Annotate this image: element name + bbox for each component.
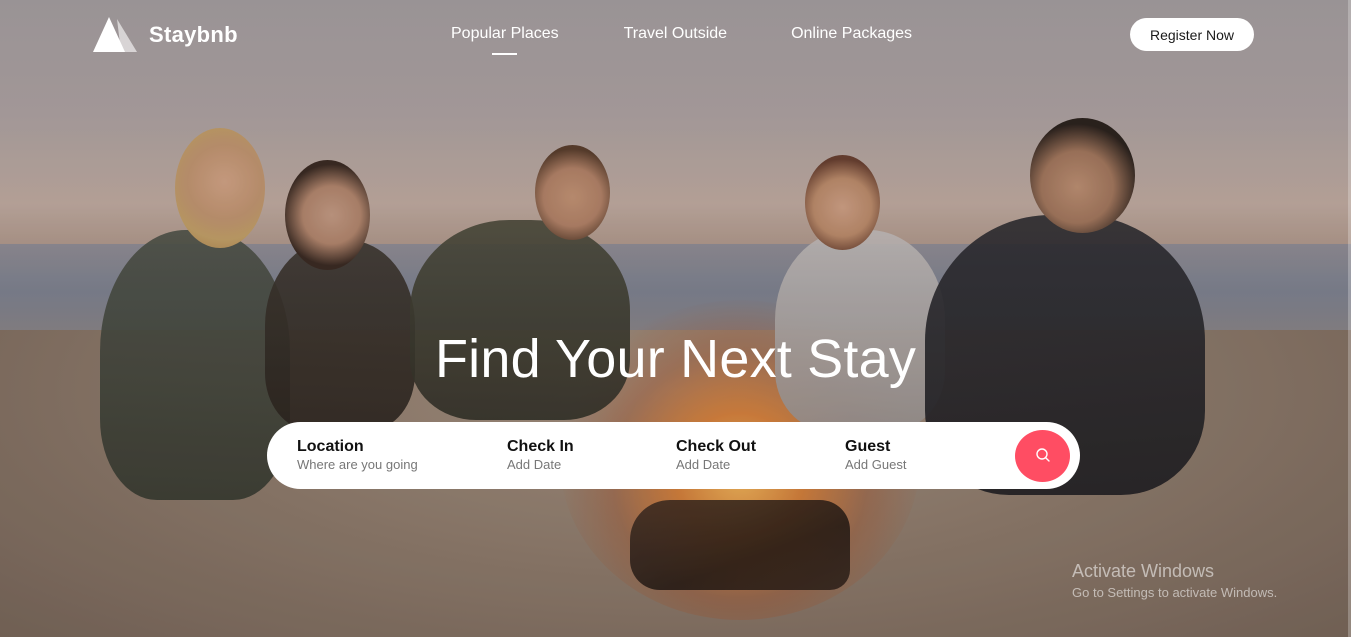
search-button[interactable]: [1015, 430, 1070, 482]
search-icon: [1035, 447, 1051, 466]
guest-hint: Add Guest: [845, 457, 907, 472]
brand-name: Staybnb: [149, 22, 238, 47]
brand-logo[interactable]: Staybnb: [93, 17, 238, 53]
watermark-subtitle: Go to Settings to activate Windows.: [1072, 585, 1278, 600]
location-label: Location: [297, 438, 364, 455]
check-out-hint: Add Date: [676, 457, 731, 472]
windows-activation-watermark: Activate Windows Go to Settings to activ…: [1072, 561, 1277, 600]
triangle-mountain-icon: [93, 17, 137, 53]
check-in-label: Check In: [507, 438, 574, 455]
guest-label: Guest: [845, 438, 891, 455]
register-now-button[interactable]: Register Now: [1130, 18, 1254, 51]
location-hint: Where are you going: [297, 457, 418, 472]
location-field[interactable]: Location Where are you going: [297, 438, 418, 473]
hero-section: Staybnb Popular Places Travel Outside On…: [0, 0, 1351, 637]
nav-link-travel-outside[interactable]: Travel Outside: [624, 25, 727, 43]
check-in-field[interactable]: Check In Add Date: [507, 438, 574, 473]
nav-link-online-packages[interactable]: Online Packages: [791, 25, 912, 43]
hero-headline: Find Your Next Stay: [434, 329, 917, 389]
nav-link-popular-places[interactable]: Popular Places: [451, 25, 559, 55]
check-out-field[interactable]: Check Out Add Date: [676, 438, 756, 473]
top-nav: Staybnb Popular Places Travel Outside On…: [0, 0, 1351, 70]
guest-field[interactable]: Guest Add Guest: [845, 438, 906, 473]
nav-links: Popular Places Travel Outside Online Pac…: [451, 25, 912, 55]
check-in-hint: Add Date: [507, 457, 562, 472]
hero-overlay: [0, 0, 1351, 637]
search-bar: Location Where are you going Check In Ad…: [267, 422, 1080, 489]
check-out-label: Check Out: [676, 438, 757, 455]
watermark-title: Activate Windows: [1072, 561, 1215, 581]
